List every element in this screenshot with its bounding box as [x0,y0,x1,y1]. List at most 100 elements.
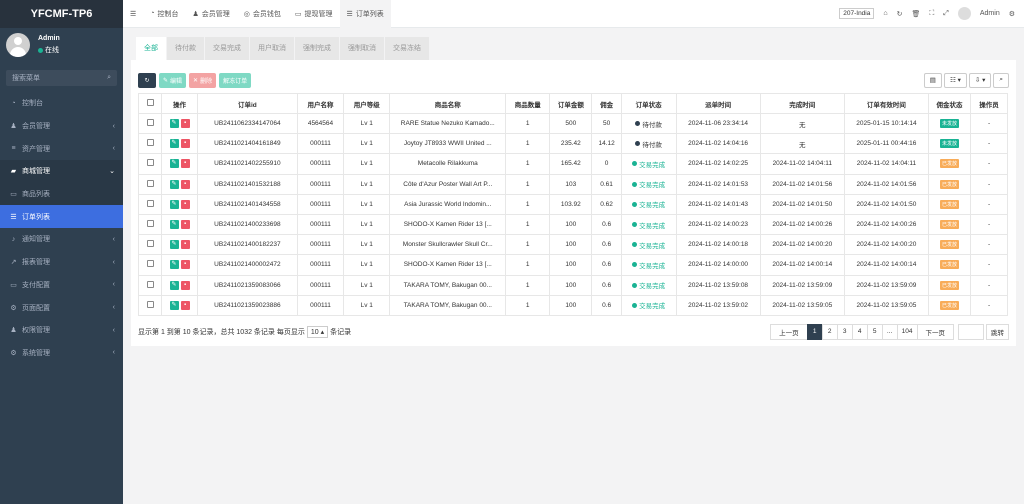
page-button[interactable]: 104 [896,323,918,340]
row-edit-button[interactable]: ✎ [169,220,179,230]
delete-button[interactable]: ✕ 删除 [189,72,217,88]
home-icon[interactable]: ⌂ [883,10,887,17]
row-delete-button[interactable]: ▪ [180,300,190,310]
sidebar-item-dashboard[interactable]: ◔ 控制台 [0,92,123,115]
row-checkbox[interactable] [146,220,154,228]
sidebar-item-system[interactable]: ⚙ 系统管理 ‹ [0,342,123,365]
search-icon[interactable]: ⌕ [107,74,111,82]
tab-force-complete[interactable]: 强制完成 [295,37,340,60]
row-checkbox-cell[interactable] [137,213,163,236]
row-edit-button[interactable]: ✎ [169,159,179,169]
row-delete-button[interactable]: ▪ [180,139,190,149]
sidebar-item-orders[interactable]: ☰ 订单列表 [0,205,123,229]
page-button[interactable]: 3 [836,323,853,340]
page-button[interactable]: 2 [821,323,838,340]
export-button[interactable]: ⇩ ▾ [968,72,992,88]
row-edit-button[interactable]: ✎ [169,139,179,149]
row-edit-button[interactable]: ✎ [169,199,179,209]
row-checkbox[interactable] [146,280,154,288]
row-delete-button[interactable]: ▪ [180,119,190,129]
unfreeze-button[interactable]: 解冻订单 [219,72,252,88]
prev-page-button[interactable]: 上一页 [770,323,808,340]
row-edit-button[interactable]: ✎ [169,260,179,270]
sidebar-item-pages[interactable]: ⚙ 页面配置 ‹ [0,296,123,319]
row-checkbox-cell[interactable] [137,254,163,276]
fullscreen-icon[interactable]: ⛶ [929,10,934,18]
table-row[interactable]: ✎ ▪ UB2411021401532188 000111 Lv 1 Côte d'Azu… [137,173,1008,195]
tab-all[interactable]: 全部 [136,37,167,60]
table-row[interactable]: ✎ ▪ UB2411021404161849 000111 Lv 1 Joytoy JT8… [137,133,1008,155]
tab-force-cancel[interactable]: 强制取消 [340,37,385,60]
row-checkbox[interactable] [146,119,154,127]
row-checkbox-cell[interactable] [137,294,163,316]
tab-completed[interactable]: 交易完成 [205,37,250,60]
row-edit-button[interactable]: ✎ [169,179,179,189]
row-edit-button[interactable]: ✎ [169,119,179,129]
row-delete-button[interactable]: ▪ [180,179,190,189]
trash-icon[interactable]: 🗑 [911,10,920,18]
row-checkbox[interactable] [146,300,154,308]
avatar[interactable] [957,7,971,20]
page-button[interactable]: 4 [851,323,868,340]
row-checkbox-cell[interactable] [137,274,163,296]
hamburger-icon[interactable]: ☰ [130,10,136,18]
menu-toggle[interactable]: ☰ [123,0,143,28]
row-checkbox[interactable] [146,260,154,268]
sidebar-item-reports[interactable]: ↗ 报表管理 ‹ [0,251,123,274]
row-delete-button[interactable]: ▪ [180,280,190,290]
tab-wallet[interactable]: ◎ 会员钱包 [237,0,288,28]
tab-withdraw[interactable]: ▭ 提现管理 [288,0,340,28]
select-all-checkbox[interactable] [146,99,154,106]
tab-user-cancelled[interactable]: 用户取消 [250,37,295,60]
table-row[interactable]: ✎ ▪ UB2411021401434558 000111 Lv 1 Asia Juras… [137,193,1008,215]
tab-orders[interactable]: ☰ 订单列表 [339,0,391,28]
table-row[interactable]: ✎ ▪ UB2411021400002472 000111 Lv 1 SHODO-X Ka… [137,254,1008,276]
next-page-button[interactable]: 下一页 [916,323,954,340]
gears-icon[interactable]: ⚙ [1009,10,1015,18]
toggle-view-button[interactable]: ▤ [923,72,942,88]
row-checkbox-cell[interactable] [137,173,163,195]
sidebar-item-mall[interactable]: ▰ 商城管理 ⌄ [0,160,123,183]
row-delete-button[interactable]: ▪ [180,199,190,209]
row-checkbox-cell[interactable] [137,153,163,175]
edit-button[interactable]: ✎ 编辑 [159,72,187,88]
row-checkbox[interactable] [146,199,154,207]
page-button[interactable]: 1 [806,323,823,340]
row-delete-button[interactable]: ▪ [180,159,190,169]
row-edit-button[interactable]: ✎ [169,300,179,310]
row-edit-button[interactable]: ✎ [169,280,179,290]
region-select[interactable]: 207-India [839,8,875,19]
page-size-select[interactable]: 10 ▴ [306,325,329,338]
table-row[interactable]: ✎ ▪ UB2411021359083066 000111 Lv 1 TAKARA TOM… [137,274,1008,296]
table-row[interactable]: ✎ ▪ UB2411021402255910 000111 Lv 1 Metacolle … [137,153,1008,175]
tab-members[interactable]: ♟ 会员管理 [186,0,237,28]
tab-dashboard[interactable]: ◔ 控制台 [143,0,185,28]
row-checkbox-cell[interactable] [137,112,163,135]
select-all-header[interactable] [137,93,163,114]
row-checkbox-cell[interactable] [137,133,163,155]
row-checkbox-cell[interactable] [137,234,163,256]
refresh-icon[interactable]: ↻ [897,10,903,18]
tab-pending-payment[interactable]: 待付款 [167,37,205,60]
avatar[interactable] [6,33,30,57]
row-checkbox[interactable] [146,139,154,147]
sidebar-item-members[interactable]: ♟ 会员管理 ‹ [0,115,123,138]
jump-page-input[interactable] [958,323,984,340]
expand-icon[interactable]: ⤢ [943,10,949,18]
row-checkbox[interactable] [146,240,154,248]
admin-name[interactable]: Admin [980,10,1000,17]
table-row[interactable]: ✎ ▪ UB2411062334147064 4564564 Lv 1 RARE Stat… [137,112,1008,135]
tab-frozen[interactable]: 交易冻结 [385,37,430,60]
search-button[interactable]: ⌕ [993,72,1009,88]
columns-button[interactable]: ☷ ▾ [943,72,967,88]
refresh-button[interactable]: ↻ [138,72,156,88]
sidebar-item-permissions[interactable]: ♟ 权限管理 ‹ [0,319,123,342]
row-checkbox[interactable] [146,179,154,187]
table-row[interactable]: ✎ ▪ UB2411021400182237 000111 Lv 1 Monster Sk… [137,234,1008,256]
row-delete-button[interactable]: ▪ [180,240,190,250]
sidebar-item-payment[interactable]: ▭ 支付配置 ‹ [0,274,123,297]
page-button[interactable]: 5 [866,323,883,340]
row-checkbox[interactable] [146,159,154,167]
row-delete-button[interactable]: ▪ [180,220,190,230]
jump-button[interactable]: 跳转 [986,323,1009,340]
